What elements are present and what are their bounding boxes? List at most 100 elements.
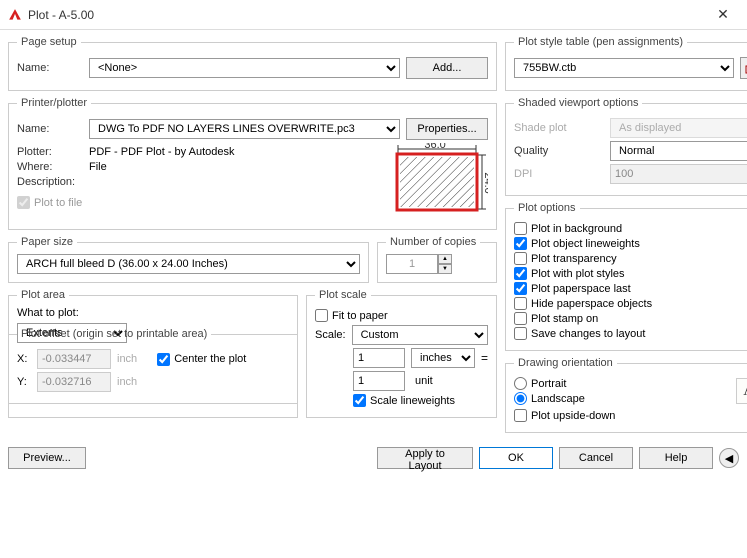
- scale-select[interactable]: Custom: [352, 325, 488, 345]
- apply-layout-button[interactable]: Apply to Layout: [377, 447, 473, 469]
- properties-button[interactable]: Properties...: [406, 118, 488, 140]
- svg-text:36.0": 36.0": [424, 143, 449, 151]
- titlebar: Plot - A-5.00 ✕: [0, 0, 747, 30]
- printer-legend: Printer/plotter: [17, 97, 91, 109]
- copies-input: 1: [386, 254, 438, 274]
- scale-label: Scale:: [315, 329, 346, 341]
- landscape-radio[interactable]: [514, 392, 527, 405]
- portrait-radio[interactable]: [514, 377, 527, 390]
- page-setup-legend: Page setup: [17, 36, 81, 48]
- plot-options-legend: Plot options: [514, 202, 579, 214]
- dpi-input: [610, 164, 747, 184]
- help-button[interactable]: Help: [639, 447, 713, 469]
- plot-options-group: Plot options Plot in background Plot obj…: [505, 202, 747, 351]
- svg-text:24.0": 24.0": [482, 172, 488, 197]
- add-button[interactable]: Add...: [406, 57, 488, 79]
- close-button[interactable]: ✕: [703, 6, 743, 23]
- orientation-legend: Drawing orientation: [514, 357, 617, 369]
- landscape-label: Landscape: [531, 393, 585, 405]
- plot-trans-label: Plot transparency: [531, 253, 617, 265]
- style-table-group: Plot style table (pen assignments) 755BW…: [505, 36, 747, 91]
- expand-button[interactable]: ◀: [719, 448, 739, 468]
- where-label: Where:: [17, 161, 83, 173]
- plotter-value: PDF - PDF Plot - by Autodesk: [89, 146, 235, 158]
- plot-trans-check[interactable]: [514, 252, 527, 265]
- offset-x-label: X:: [17, 353, 31, 365]
- plot-offset-legend: Plot offset (origin set to printable are…: [17, 328, 211, 340]
- plot-bg-label: Plot in background: [531, 223, 622, 235]
- what-to-plot-label: What to plot:: [17, 307, 289, 319]
- plot-to-file-label: Plot to file: [34, 197, 82, 209]
- copies-legend: Number of copies: [386, 236, 480, 248]
- ok-button[interactable]: OK: [479, 447, 553, 469]
- copies-group: Number of copies 1 ▲▼: [377, 236, 497, 283]
- quality-label: Quality: [514, 145, 604, 157]
- printer-group: Printer/plotter Name: DWG To PDF NO LAYE…: [8, 97, 497, 230]
- scale-denominator-input[interactable]: [353, 371, 405, 391]
- upside-down-check[interactable]: [514, 409, 527, 422]
- paper-size-select[interactable]: ARCH full bleed D (36.00 x 24.00 Inches): [17, 254, 360, 274]
- fit-to-paper-check[interactable]: [315, 309, 328, 322]
- printer-name-label: Name:: [17, 123, 83, 135]
- offset-y-input: [37, 372, 111, 392]
- plot-bg-check[interactable]: [514, 222, 527, 235]
- plot-styles-check[interactable]: [514, 267, 527, 280]
- center-plot-check[interactable]: [157, 353, 170, 366]
- plot-styles-label: Plot with plot styles: [531, 268, 625, 280]
- preview-button[interactable]: Preview...: [8, 447, 86, 469]
- scale-lineweights-label: Scale lineweights: [370, 395, 455, 407]
- plot-area-legend: Plot area: [17, 289, 69, 301]
- style-table-legend: Plot style table (pen assignments): [514, 36, 687, 48]
- plotter-label: Plotter:: [17, 146, 83, 158]
- plot-stamp-label: Plot stamp on: [531, 313, 598, 325]
- shaded-legend: Shaded viewport options: [514, 97, 642, 109]
- plot-save-label: Save changes to layout: [531, 328, 645, 340]
- scale-unit-select[interactable]: inches: [411, 348, 475, 368]
- equals-icon: =: [481, 351, 488, 365]
- plot-lw-check[interactable]: [514, 237, 527, 250]
- dialog-footer: Preview... Apply to Layout OK Cancel Hel…: [0, 443, 747, 477]
- shade-plot-select: As displayed: [610, 118, 747, 138]
- upside-down-label: Plot upside-down: [531, 410, 615, 422]
- orientation-icon: A: [736, 378, 747, 404]
- plot-hide-check[interactable]: [514, 297, 527, 310]
- page-setup-group: Page setup Name: <None> Add...: [8, 36, 497, 91]
- offset-x-input: [37, 349, 111, 369]
- fit-to-paper-label: Fit to paper: [332, 310, 388, 322]
- scale-numerator-input[interactable]: [353, 348, 405, 368]
- shaded-viewport-group: Shaded viewport options Shade plot As dis…: [505, 97, 747, 196]
- page-setup-name-select[interactable]: <None>: [89, 58, 400, 78]
- paper-preview: 36.0" 24.0": [388, 143, 488, 221]
- center-plot-label: Center the plot: [174, 353, 246, 365]
- orientation-group: Drawing orientation Portrait Landscape A…: [505, 357, 747, 433]
- window-title: Plot - A-5.00: [28, 8, 703, 22]
- offset-y-unit: inch: [117, 376, 137, 388]
- where-value: File: [89, 161, 107, 173]
- quality-select[interactable]: Normal: [610, 141, 747, 161]
- dpi-label: DPI: [514, 168, 604, 180]
- scale-lineweights-check[interactable]: [353, 394, 366, 407]
- plot-to-file-check: [17, 196, 30, 209]
- plot-stamp-check[interactable]: [514, 312, 527, 325]
- style-table-select[interactable]: 755BW.ctb: [514, 58, 734, 78]
- offset-y-label: Y:: [17, 376, 31, 388]
- paper-size-group: Paper size ARCH full bleed D (36.00 x 24…: [8, 236, 369, 283]
- desc-label: Description:: [17, 176, 83, 188]
- plot-hide-label: Hide paperspace objects: [531, 298, 652, 310]
- chevron-left-icon: ◀: [725, 452, 733, 465]
- scale-unit2-label: unit: [411, 375, 475, 387]
- style-table-edit-button[interactable]: [740, 57, 747, 79]
- plot-paperspace-label: Plot paperspace last: [531, 283, 631, 295]
- plot-save-check[interactable]: [514, 327, 527, 340]
- cancel-button[interactable]: Cancel: [559, 447, 633, 469]
- paper-size-legend: Paper size: [17, 236, 77, 248]
- plot-paperspace-check[interactable]: [514, 282, 527, 295]
- plot-scale-legend: Plot scale: [315, 289, 371, 301]
- portrait-label: Portrait: [531, 378, 566, 390]
- printer-name-select[interactable]: DWG To PDF NO LAYERS LINES OVERWRITE.pc3: [89, 119, 400, 139]
- copies-down: ▼: [438, 264, 452, 274]
- shade-plot-label: Shade plot: [514, 122, 604, 134]
- page-setup-name-label: Name:: [17, 62, 83, 74]
- app-logo-icon: [8, 8, 22, 22]
- plot-scale-group: Plot scale Fit to paper Scale: Custom in…: [306, 289, 497, 418]
